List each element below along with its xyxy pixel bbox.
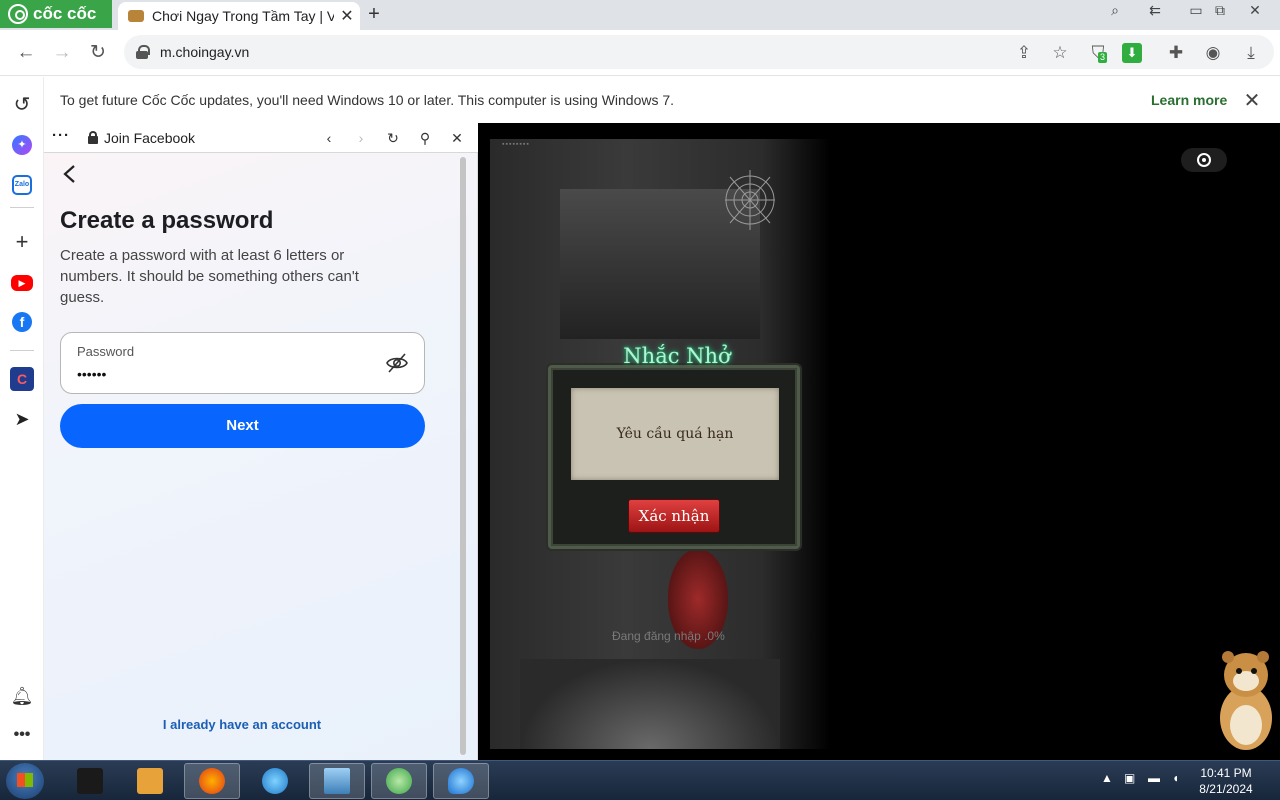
side-panel-header: ··· Join Facebook ‹ › ↻ ⚲ ✕ [44, 123, 478, 153]
spider-web-icon [725, 170, 775, 230]
savior-download-icon[interactable]: ⬇ [1122, 43, 1142, 63]
notifications-bell-icon[interactable]: 🔔︎ [10, 684, 34, 708]
page-description: Create a password with at least 6 letter… [60, 247, 359, 306]
screen: cốc cốc Chơi Ngay Trong Tầm Tay | V ✕ + … [0, 0, 1280, 800]
mouse-cursor-icon: ➤ [14, 409, 30, 429]
profile-icon[interactable]: ◉ [1200, 40, 1226, 66]
screenshot-search-icon[interactable]: ⌕ [1102, 2, 1128, 22]
panel-close-icon[interactable]: ✕ [446, 127, 468, 149]
coccoc-logo-icon [8, 4, 28, 24]
tray-network-icon[interactable]: ▬ [1148, 771, 1160, 785]
start-button[interactable] [6, 763, 44, 799]
tray-volume-icon[interactable]: ◖ [1172, 771, 1179, 785]
zalo-icon[interactable]: Zalo [12, 175, 32, 195]
tab-bar: cốc cốc Chơi Ngay Trong Tầm Tay | V ✕ + … [0, 0, 1280, 30]
dialog-title: Nhắc Nhở [623, 344, 731, 368]
brand-name: cốc cốc [33, 4, 97, 23]
panel-menu-icon[interactable]: ··· [52, 127, 70, 144]
facebook-icon[interactable]: f [12, 312, 32, 332]
adblock-shield-icon[interactable]: ⛉3 [1085, 40, 1111, 66]
rail-divider [10, 350, 34, 351]
close-window-button[interactable]: ✕ [1242, 2, 1268, 22]
page-title: Create a password [60, 207, 274, 234]
navigation-bar: ← → ↻ m.choingay.vn ⇪ ☆ ⛉3 ⬇ ✚ ◉ ⤓ [0, 30, 1280, 76]
confirm-button[interactable]: Xác nhận [628, 499, 720, 533]
panel-lock-icon [88, 131, 98, 144]
windows-taskbar: ▲ ▣ ▬ ◖ 10:41 PM 8/21/2024 [0, 760, 1280, 800]
side-panel: ··· Join Facebook ‹ › ↻ ⚲ ✕ Create a pas… [44, 123, 478, 760]
taskbar-internet-explorer-icon[interactable] [433, 763, 489, 799]
dialog-message: Yêu cầu quá hạn [616, 426, 734, 442]
panel-reload-icon[interactable]: ↻ [382, 127, 404, 149]
clock-date: 8/21/2024 [1199, 782, 1253, 796]
game-app-icon[interactable]: C [10, 367, 34, 391]
youtube-icon[interactable]: ▶ [11, 275, 33, 291]
more-options-icon[interactable]: ••• [10, 723, 34, 747]
game-background-scene: ▪▪▪▪▪▪▪▪ Đang đăng nhập .0% Nhắc Nhở Yêu… [490, 139, 830, 749]
extensions-icon[interactable]: ✚ [1163, 40, 1189, 66]
next-button[interactable]: Next [60, 404, 425, 448]
messenger-icon[interactable]: ✦ [12, 135, 32, 155]
taskbar-coccoc-icon[interactable] [371, 763, 427, 799]
back-button[interactable]: ← [13, 40, 39, 66]
tray-app-icon[interactable]: ▣ [1124, 771, 1135, 785]
clock-time: 10:41 PM [1200, 766, 1252, 780]
coccoc-menu-button[interactable]: cốc cốc [0, 0, 112, 28]
update-notification-bar: To get future Cốc Cốc updates, you'll ne… [44, 77, 1280, 123]
already-have-account-link[interactable]: I already have an account [44, 717, 440, 732]
rail-divider [10, 207, 34, 208]
back-arrow-icon[interactable] [62, 163, 78, 191]
taskbar-photos-icon[interactable] [309, 763, 365, 799]
panel-back-icon[interactable]: ‹ [318, 127, 340, 149]
password-field[interactable]: Password [60, 332, 425, 394]
sidebar-toggle-icon[interactable]: ⇇ [1142, 2, 1168, 22]
tab-title: Chơi Ngay Trong Tầm Tay | V [152, 8, 334, 24]
loading-text: Đang đăng nhập .0% [612, 629, 725, 643]
history-icon[interactable]: ↺ [10, 93, 34, 117]
tray-expand-icon[interactable]: ▲ [1101, 771, 1113, 785]
taskbar-clock[interactable]: 10:41 PM 8/21/2024 [1186, 765, 1266, 797]
eye-slash-icon[interactable] [385, 351, 409, 375]
close-notification-icon[interactable]: ✕ [1240, 88, 1264, 113]
panel-forward-icon[interactable]: › [350, 127, 372, 149]
game-scene-tiny-text: ▪▪▪▪▪▪▪▪ [502, 141, 530, 148]
extension-badge: 3 [1098, 52, 1108, 63]
panel-title: Join Facebook [104, 130, 196, 146]
dialog-message-box: Yêu cầu quá hạn [571, 388, 779, 480]
tab-close-icon[interactable]: ✕ [334, 6, 360, 26]
game-canvas[interactable]: ▪▪▪▪▪▪▪▪ Đang đăng nhập .0% Nhắc Nhở Yêu… [478, 123, 1280, 760]
record-icon[interactable] [1181, 148, 1227, 172]
left-sidebar: ↺ ✦ Zalo + ▶ f C ➤ 🔔︎ ••• [0, 77, 44, 760]
url-text: m.choingay.vn [160, 44, 250, 60]
reload-button[interactable]: ↻ [85, 40, 111, 66]
panel-pin-icon[interactable]: ⚲ [414, 127, 436, 149]
hamster-mascot-icon[interactable] [1208, 643, 1278, 753]
tab-favicon-icon [128, 10, 144, 22]
taskbar-firefox-icon[interactable] [184, 763, 240, 799]
notification-text: To get future Cốc Cốc updates, you'll ne… [60, 92, 675, 108]
add-app-icon[interactable]: + [10, 230, 34, 254]
tab-active[interactable]: Chơi Ngay Trong Tầm Tay | V ✕ [118, 2, 360, 30]
new-tab-button[interactable]: + [364, 2, 384, 26]
bookmark-star-icon[interactable]: ☆ [1047, 40, 1073, 66]
downloads-icon[interactable]: ⤓ [1238, 40, 1264, 66]
forward-button[interactable]: → [49, 40, 75, 66]
lock-icon[interactable] [136, 45, 150, 59]
scene-floor [520, 659, 780, 749]
minimize-button[interactable]: ▭ [1183, 2, 1209, 22]
taskbar-browser-blue-icon[interactable] [247, 763, 303, 799]
password-input[interactable] [77, 363, 367, 385]
restore-button[interactable]: ⧉ [1207, 2, 1233, 22]
share-icon[interactable]: ⇪ [1011, 40, 1037, 66]
panel-scrollbar[interactable] [460, 157, 466, 755]
password-label: Password [77, 344, 135, 359]
taskbar-app-dark-icon[interactable] [62, 763, 118, 799]
learn-more-link[interactable]: Learn more [1151, 92, 1227, 108]
taskbar-media-player-icon[interactable] [122, 763, 178, 799]
reminder-dialog: Nhắc Nhở Yêu cầu quá hạn Xác nhận [548, 344, 800, 549]
